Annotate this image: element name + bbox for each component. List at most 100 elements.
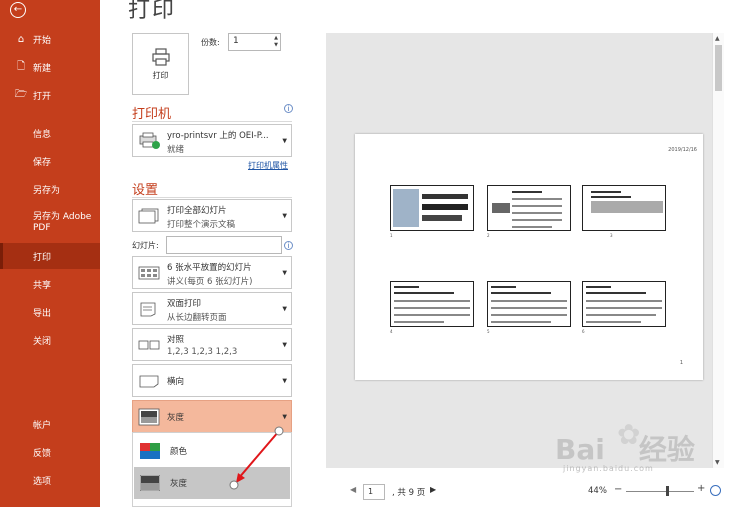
folder-icon: 🗁 xyxy=(14,88,28,100)
zoom-out-icon[interactable]: − xyxy=(614,484,622,495)
orientation-value: 横向 xyxy=(167,377,185,387)
print-button-label: 打印 xyxy=(152,71,169,80)
sidebar-item-label: 打印 xyxy=(33,252,52,263)
slide-thumbnail xyxy=(487,185,571,231)
zoom-slider-thumb[interactable] xyxy=(666,486,669,496)
preview-nav-bar: ◀ 1 , 共 9 页 ▶ 44% − + xyxy=(326,478,726,504)
chevron-down-icon: ▼ xyxy=(282,377,287,384)
scroll-thumb[interactable] xyxy=(715,45,722,91)
all-slides-icon xyxy=(138,208,159,223)
printer-name: yro-printsvr 上的 OEI-P... xyxy=(167,131,269,141)
sidebar-item-open[interactable]: 🗁 打开 xyxy=(0,84,100,106)
chevron-down-icon: ▼ xyxy=(282,137,287,144)
sidebar-item-info[interactable]: 信息 xyxy=(0,122,100,144)
vertical-scrollbar[interactable]: ▲ ▼ xyxy=(712,33,724,468)
collate-dropdown[interactable]: 对照 1,2,3 1,2,3 1,2,3 ▼ xyxy=(132,328,292,361)
sidebar-item-save-as[interactable]: 另存为 xyxy=(0,178,100,200)
thumb-number: 4 xyxy=(390,329,393,334)
grayscale-swatch-icon xyxy=(140,475,160,491)
menu-item-grayscale[interactable]: 灰度 xyxy=(134,467,290,499)
sidebar-item-save[interactable]: 保存 xyxy=(0,150,100,172)
thumb-number: 1 xyxy=(390,233,393,238)
sidebar-item-share[interactable]: 共享 xyxy=(0,273,100,295)
sidebar-item-label: 选项 xyxy=(33,476,52,487)
sidebar-item-label: 信息 xyxy=(33,129,52,140)
sidebar-item-print[interactable]: 打印 xyxy=(0,243,100,269)
menu-item-label: 颜色 xyxy=(170,447,188,457)
home-icon: ⌂ xyxy=(17,33,25,45)
landscape-icon xyxy=(139,375,159,387)
color-dropdown[interactable]: 灰度 ▼ xyxy=(132,400,292,433)
page-number-corner: 1 xyxy=(679,360,683,366)
zoom-in-icon[interactable]: + xyxy=(697,483,705,494)
layout-dropdown[interactable]: 6 张水平放置的幻灯片 讲义(每页 6 张幻灯片) ▼ xyxy=(132,256,292,289)
printer-properties-link[interactable]: 打印机属性 xyxy=(248,160,288,171)
layout-sub: 讲义(每页 6 张幻灯片) xyxy=(167,277,253,287)
info-icon[interactable]: i xyxy=(284,241,293,250)
slides-input[interactable] xyxy=(166,236,282,254)
slide-thumbnail xyxy=(487,281,571,327)
menu-item-label: 灰度 xyxy=(170,479,188,489)
chevron-down-icon: ▼ xyxy=(282,212,287,219)
sidebar-item-options[interactable]: 选项 xyxy=(0,469,100,491)
previous-page-icon[interactable]: ◀ xyxy=(350,485,356,494)
duplex-dropdown[interactable]: 双面打印 从长边翻转页面 ▼ xyxy=(132,292,292,325)
divider xyxy=(132,121,292,122)
print-range-sub: 打印整个演示文稿 xyxy=(167,220,236,230)
copies-label: 份数: xyxy=(201,38,220,47)
sidebar-item-feedback[interactable]: 反馈 xyxy=(0,441,100,463)
chevron-down-icon: ▼ xyxy=(282,341,287,348)
duplex-main: 双面打印 xyxy=(167,299,202,309)
printer-icon xyxy=(151,48,170,66)
orientation-dropdown[interactable]: 横向 ▼ xyxy=(132,364,292,397)
print-range-dropdown[interactable]: 打印全部幻灯片 打印整个演示文稿 ▼ xyxy=(132,199,292,232)
sidebar-item-label: 帐户 xyxy=(33,420,52,431)
sidebar-item-label: 导出 xyxy=(33,308,52,319)
handout-layout-icon xyxy=(138,266,160,279)
sidebar-item-label: 保存 xyxy=(33,157,52,168)
sidebar-item-home[interactable]: ⌂ 开始 xyxy=(0,28,100,50)
paw-icon: ✿ xyxy=(617,418,641,451)
copies-stepper[interactable]: 1 ▲ ▼ xyxy=(228,33,281,51)
slide-thumbnail xyxy=(582,185,666,231)
sidebar-item-label: 打开 xyxy=(33,91,52,102)
sidebar-item-close[interactable]: 关闭 xyxy=(0,329,100,351)
collate-sub: 1,2,3 1,2,3 1,2,3 xyxy=(167,347,238,357)
zoom-slider[interactable] xyxy=(626,491,694,492)
menu-item-color[interactable]: 颜色 xyxy=(134,435,290,467)
scroll-up-icon[interactable]: ▲ xyxy=(715,35,720,42)
backstage-sidebar: ← ⌂ 开始 🗋 新建 🗁 打开 信息 保存 另存为 另存为 Adobe PDF… xyxy=(0,0,100,507)
color-menu: 颜色 灰度 xyxy=(132,432,292,507)
fit-to-window-icon[interactable] xyxy=(710,485,721,496)
print-button[interactable]: 打印 xyxy=(132,33,189,95)
sidebar-item-save-as-pdf[interactable]: 另存为 Adobe PDF xyxy=(0,209,100,237)
sidebar-item-label: 另存为 Adobe PDF xyxy=(33,212,92,233)
settings-heading: 设置 xyxy=(132,183,159,198)
slide-thumbnail xyxy=(582,281,666,327)
sidebar-item-new[interactable]: 🗋 新建 xyxy=(0,56,100,78)
page-number-input[interactable]: 1 xyxy=(363,484,385,500)
sidebar-item-account[interactable]: 帐户 xyxy=(0,413,100,435)
duplex-sub: 从长边翻转页面 xyxy=(167,313,227,323)
info-icon[interactable]: i xyxy=(284,104,293,113)
spin-arrows-icon[interactable]: ▲ ▼ xyxy=(274,35,278,49)
duplex-icon xyxy=(140,302,156,316)
collate-main: 对照 xyxy=(167,335,185,345)
sidebar-item-label: 另存为 xyxy=(33,185,61,196)
scroll-down-icon[interactable]: ▼ xyxy=(715,459,720,466)
color-swatch-icon xyxy=(140,443,160,459)
chevron-down-icon: ▼ xyxy=(282,269,287,276)
sidebar-item-export[interactable]: 导出 xyxy=(0,301,100,323)
printer-dropdown[interactable]: yro-printsvr 上的 OEI-P... 就绪 ▼ xyxy=(132,124,292,157)
page-date: 2019/12/16 xyxy=(668,147,697,153)
printer-status: 就绪 xyxy=(167,145,185,155)
layout-main: 6 张水平放置的幻灯片 xyxy=(167,263,252,273)
thumb-number: 3 xyxy=(610,233,613,238)
sidebar-item-label: 反馈 xyxy=(33,448,52,459)
back-arrow-icon[interactable]: ← xyxy=(10,2,26,18)
page-total: , 共 9 页 xyxy=(392,488,426,498)
collate-icon xyxy=(138,340,160,349)
slide-thumbnail xyxy=(390,281,474,327)
next-page-icon[interactable]: ▶ xyxy=(430,485,436,494)
color-value: 灰度 xyxy=(167,413,185,423)
